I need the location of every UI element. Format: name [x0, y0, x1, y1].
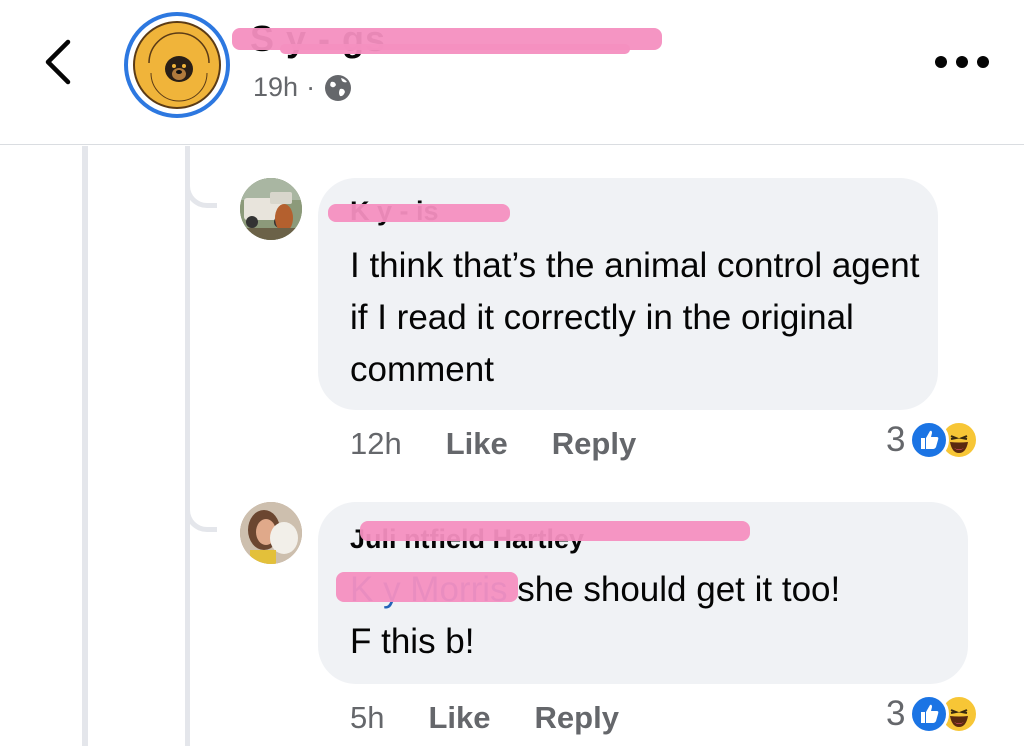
globe-icon	[325, 74, 352, 101]
redaction-mark	[328, 204, 510, 222]
page-logo	[133, 21, 221, 109]
comment-time: 12h	[350, 426, 402, 461]
post-header: S y - gs 19h ·	[0, 0, 1024, 145]
post-time: 19h	[253, 72, 299, 102]
chevron-left-icon	[45, 39, 71, 85]
redaction-mark	[360, 521, 750, 541]
comment-time: 5h	[350, 700, 385, 735]
comment-body-line2: F this b!	[350, 622, 475, 661]
reaction-summary[interactable]: 3	[886, 694, 980, 734]
like-button[interactable]: Like	[428, 700, 490, 736]
reply-button[interactable]: Reply	[535, 700, 619, 736]
comment-actions: 5h Like Reply	[350, 700, 619, 736]
reaction-summary[interactable]: 3	[886, 420, 980, 460]
dot	[977, 56, 989, 68]
commenter-avatar[interactable]	[240, 502, 302, 564]
like-icon	[909, 694, 950, 734]
avatar-photo	[240, 502, 302, 564]
comment-actions: 12h Like Reply	[350, 426, 636, 462]
post-meta: 19h ·	[253, 72, 353, 103]
back-button[interactable]	[38, 30, 86, 94]
avatar-photo	[240, 178, 302, 240]
reaction-count: 3	[886, 420, 906, 459]
comment-body: I think that’s the animal control agent …	[350, 246, 920, 389]
comment-body: she should get it too!	[507, 570, 841, 609]
reply-thread-line	[185, 146, 190, 746]
reply-button[interactable]: Reply	[552, 426, 636, 462]
comment-text-line2: F this b!	[350, 616, 474, 668]
redaction-mark	[280, 44, 630, 54]
dot	[956, 56, 968, 68]
commenter-avatar[interactable]	[240, 178, 302, 240]
thread-line	[82, 146, 88, 746]
redaction-mark	[336, 572, 518, 602]
more-options-button[interactable]	[930, 48, 994, 76]
dot	[935, 56, 947, 68]
page-avatar[interactable]	[124, 12, 230, 118]
comment-text: I think that’s the animal control agent …	[350, 240, 920, 396]
reaction-count: 3	[886, 694, 906, 733]
like-icon	[909, 420, 950, 460]
like-button[interactable]: Like	[446, 426, 508, 462]
meta-separator: ·	[306, 72, 316, 102]
